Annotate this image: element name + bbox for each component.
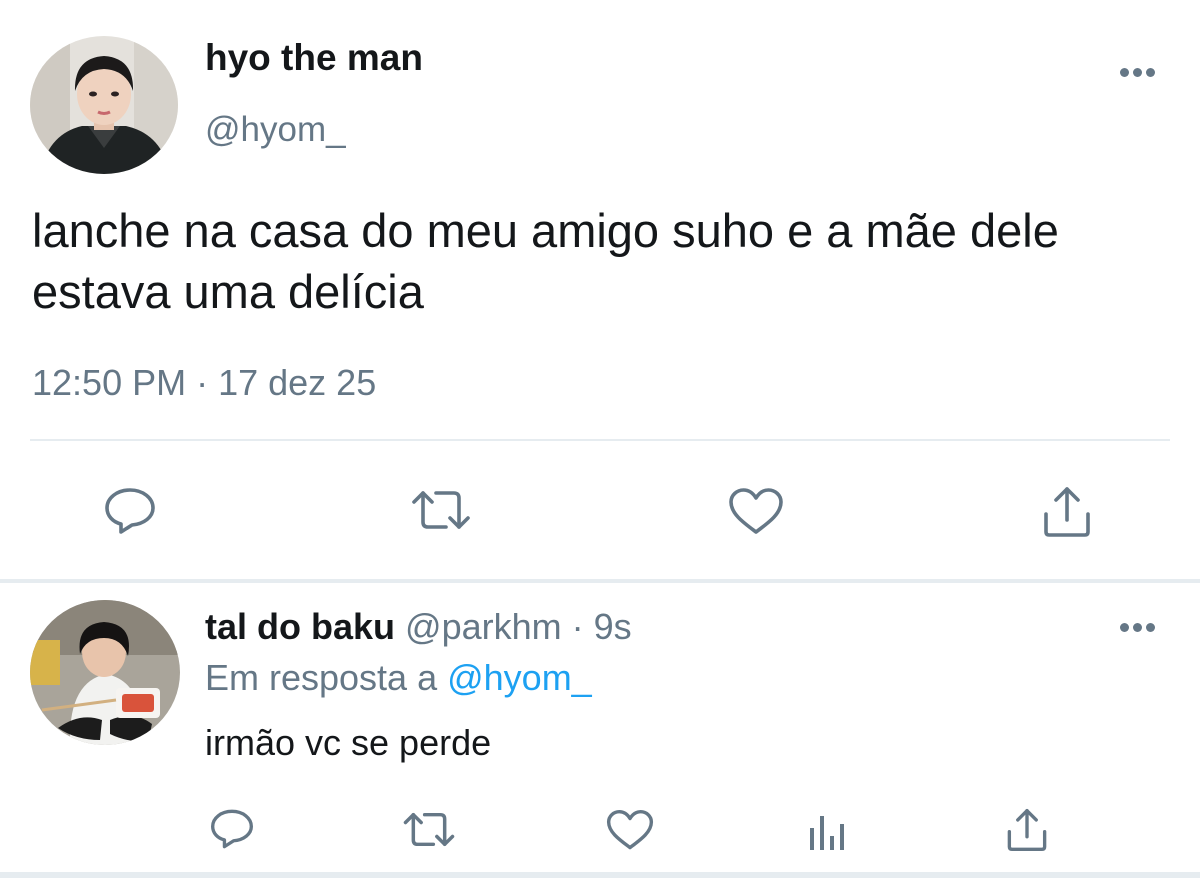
reply-more-options-icon[interactable] (1118, 623, 1158, 635)
reply-reply-button[interactable] (210, 808, 254, 850)
retweet-icon (403, 812, 455, 847)
like-icon (729, 488, 783, 534)
tweet-timestamp[interactable]: 12:50 PM · 17 dez 25 (32, 362, 376, 404)
like-button[interactable] (728, 488, 784, 536)
reply-icon (105, 488, 155, 534)
reply-avatar[interactable] (30, 600, 180, 745)
reply-handle-time[interactable]: @parkhm · 9s (405, 606, 632, 647)
avatar[interactable] (30, 36, 178, 174)
reply-header: tal do baku @parkhm · 9s (205, 606, 632, 648)
in-reply-handle-link[interactable]: @hyom_ (447, 657, 592, 698)
retweet-button[interactable] (410, 490, 472, 530)
reply-retweet-button[interactable] (402, 812, 456, 847)
tweet-text: lanche na casa do meu amigo suho e a mãe… (32, 204, 1059, 318)
divider (30, 439, 1170, 441)
reply-like-button[interactable] (606, 810, 654, 851)
in-reply-prefix: Em resposta a (205, 657, 448, 698)
share-icon (1007, 809, 1047, 851)
section-separator (0, 579, 1200, 583)
share-icon (1044, 487, 1090, 537)
in-reply-to: Em resposta a @hyom_ (205, 657, 592, 699)
display-name[interactable]: hyo the man (205, 37, 423, 79)
like-icon (606, 810, 654, 850)
reply-display-name[interactable]: tal do baku (205, 606, 395, 647)
reply-icon (211, 809, 253, 849)
analytics-icon (810, 816, 844, 850)
username-handle[interactable]: @hyom_ (205, 110, 346, 150)
reply-button[interactable] (104, 486, 156, 536)
reply-share-button[interactable] (1006, 808, 1048, 852)
share-button[interactable] (1042, 486, 1092, 538)
more-options-icon[interactable] (1118, 68, 1158, 80)
bottom-separator (0, 872, 1200, 878)
reply-analytics-button[interactable] (808, 810, 848, 852)
reply-text: irmão vc se perde (205, 722, 492, 763)
retweet-icon (412, 491, 470, 529)
